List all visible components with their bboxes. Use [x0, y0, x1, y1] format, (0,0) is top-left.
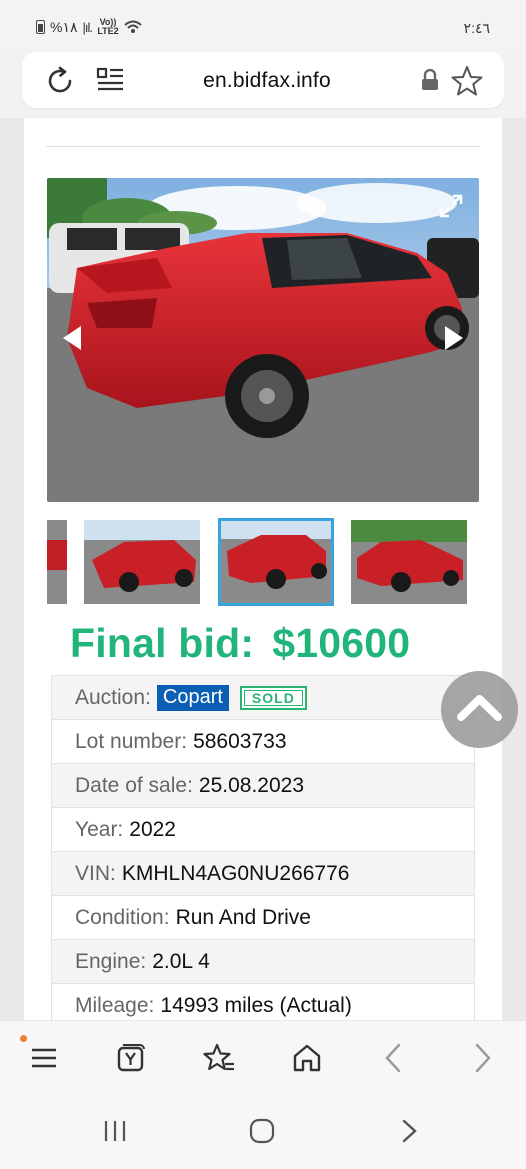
condition-value: Run And Drive [175, 905, 311, 929]
scroll-to-top-button[interactable] [441, 671, 518, 748]
next-photo-arrow[interactable] [445, 326, 463, 350]
lot-number-value: 58603733 [193, 729, 287, 753]
final-bid-heading: Final bid: $10600 [70, 620, 410, 667]
system-navigation-bar [0, 1096, 526, 1169]
recent-apps-icon[interactable] [100, 1116, 130, 1146]
home-icon[interactable] [290, 1041, 324, 1075]
chevron-up-icon [457, 695, 502, 721]
back-icon[interactable] [376, 1041, 410, 1075]
date-of-sale-value: 25.08.2023 [198, 773, 305, 797]
lock-icon[interactable] [421, 69, 439, 91]
year-label: Year: [75, 817, 124, 841]
status-indicators: %١٨ |ıl. Vo)) LTE2 [36, 18, 142, 36]
clock: ٢:٤٦ [463, 20, 490, 36]
vin-value: KMHLN4AG0NU266776 [121, 861, 350, 885]
final-bid-label: Final bid: [70, 620, 255, 666]
mileage-label: Mileage: [75, 993, 155, 1017]
car-photo-illustration [47, 178, 479, 502]
photo-thumbnails [47, 518, 479, 608]
engine-row: Engine: 2.0L 4 [51, 939, 475, 983]
listing-card: Final bid: $10600 Auction: Copart SOLD Lo… [24, 118, 502, 1020]
url-text[interactable]: en.bidfax.info [162, 69, 372, 93]
reader-mode-icon[interactable] [96, 65, 126, 95]
auction-badge[interactable]: Copart [156, 684, 229, 711]
thumbnail-4[interactable] [351, 520, 467, 604]
bookmark-star-icon[interactable] [450, 64, 484, 98]
nav-back-icon[interactable] [395, 1116, 425, 1146]
forward-icon[interactable] [466, 1041, 500, 1075]
mileage-value: 14993 miles (Actual) [160, 993, 352, 1017]
battery-icon [36, 20, 45, 34]
prev-photo-arrow[interactable] [63, 326, 81, 350]
condition-row: Condition: Run And Drive [51, 895, 475, 939]
menu-icon[interactable] [27, 1041, 61, 1075]
vin-row: VIN: KMHLN4AG0NU266776 [51, 851, 475, 895]
notification-dot [20, 1035, 27, 1042]
mileage-row: Mileage: 14993 miles (Actual) [51, 983, 475, 1020]
address-bar[interactable]: en.bidfax.info [22, 52, 504, 108]
signal-icon: |ıl. [82, 19, 93, 35]
lot-number-row: Lot number: 58603733 [51, 719, 475, 763]
fullscreen-expand-icon[interactable] [439, 194, 463, 218]
condition-label: Condition: [75, 905, 170, 929]
thumbnail-2[interactable] [84, 520, 200, 604]
home-circle-icon[interactable] [247, 1116, 277, 1146]
final-bid-price: $10600 [272, 620, 411, 666]
year-value: 2022 [129, 817, 176, 841]
thumbnail-1[interactable] [47, 520, 67, 604]
status-bar: %١٨ |ıl. Vo)) LTE2 ٢:٤٦ [0, 0, 526, 48]
lot-number-label: Lot number: [75, 729, 188, 753]
yandex-tabs-icon[interactable] [114, 1041, 148, 1075]
year-row: Year: 2022 [51, 807, 475, 851]
details-table: Auction: Copart SOLD Lot number: 5860373… [51, 675, 475, 1020]
auction-row: Auction: Copart SOLD [51, 675, 475, 719]
wifi-icon [124, 20, 142, 33]
reload-icon[interactable] [44, 65, 76, 97]
date-of-sale-label: Date of sale: [75, 773, 193, 797]
main-car-photo[interactable] [47, 178, 479, 502]
thumbnail-3-active[interactable] [218, 518, 334, 606]
sold-badge: SOLD [239, 685, 307, 710]
divider [46, 146, 480, 147]
vin-label: VIN: [75, 861, 116, 885]
auction-label: Auction: [75, 685, 151, 709]
favorites-icon[interactable] [202, 1041, 236, 1075]
battery-percent: %١٨ [50, 18, 78, 35]
network-type: Vo)) LTE2 [97, 17, 119, 36]
browser-toolbar [0, 1020, 526, 1096]
engine-value: 2.0L 4 [152, 949, 210, 973]
date-of-sale-row: Date of sale: 25.08.2023 [51, 763, 475, 807]
engine-label: Engine: [75, 949, 147, 973]
web-content: Final bid: $10600 Auction: Copart SOLD Lo… [0, 118, 526, 1020]
